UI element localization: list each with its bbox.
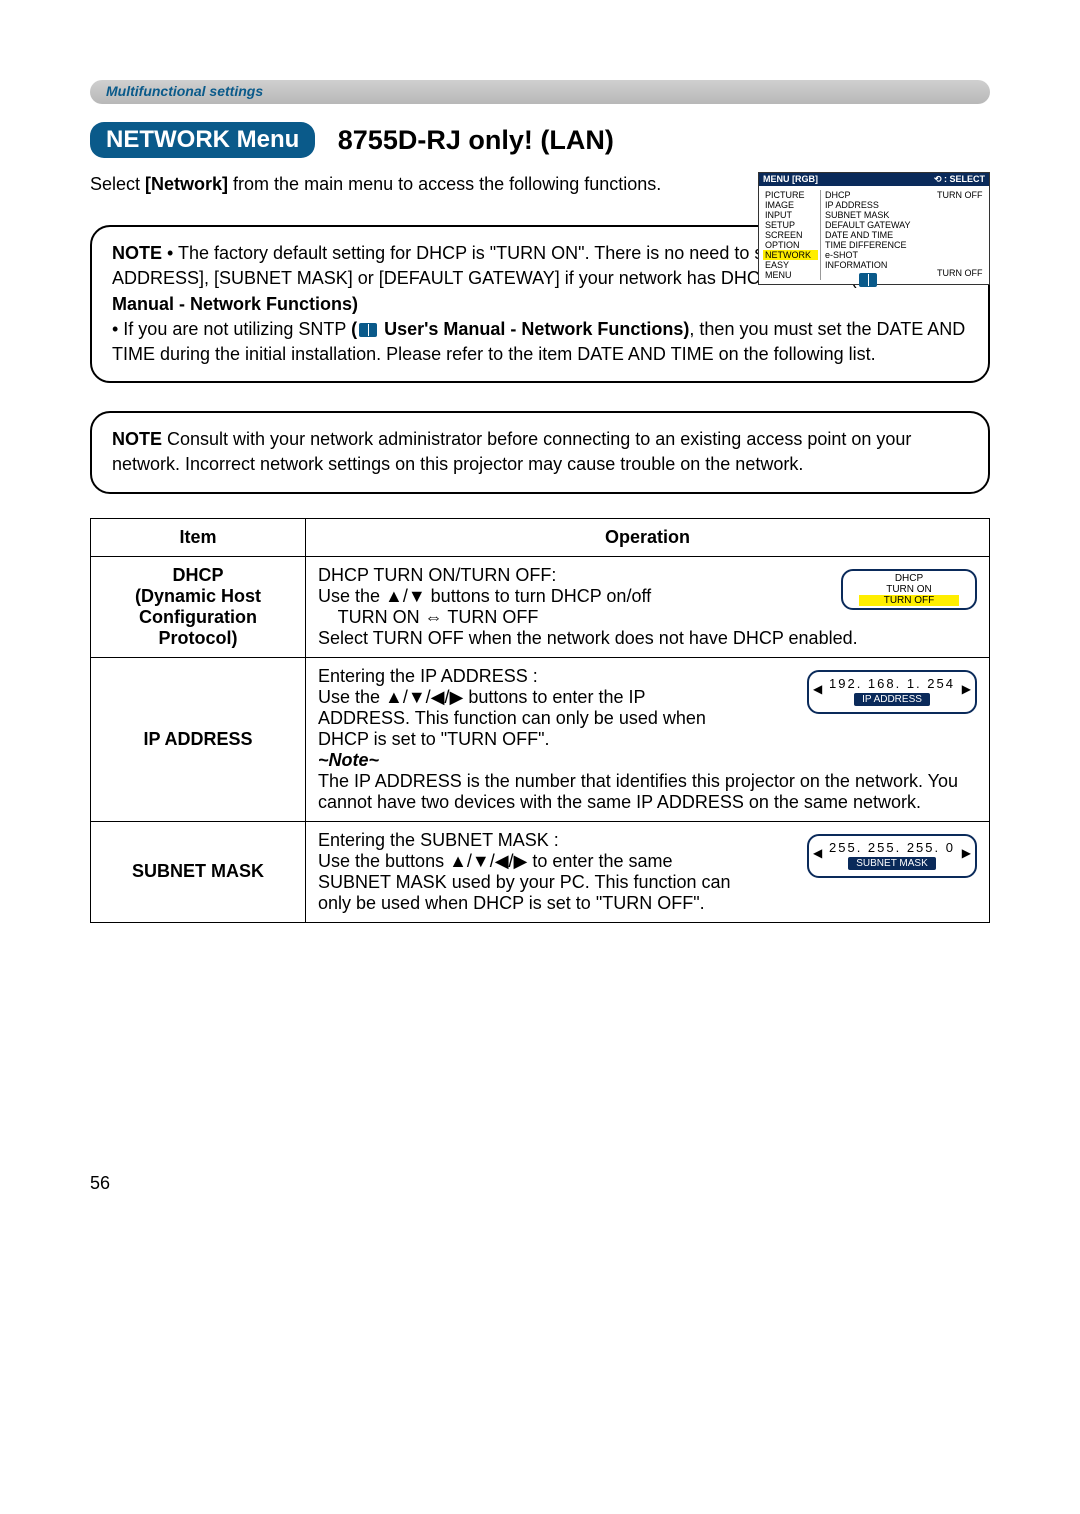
intro-pre: Select (90, 174, 145, 194)
osd-left-item: PICTURE (763, 190, 818, 200)
right-arrow-icon: ▶ (962, 682, 971, 696)
osd-ip-label: IP ADDRESS (854, 693, 930, 706)
osd-subnet-label: SUBNET MASK (848, 857, 936, 870)
intro-post: from the main menu to access the followi… (228, 174, 661, 194)
op-line: Use the buttons ▲/▼/◀/▶ to enter the sam… (318, 851, 748, 914)
table-header-item: Item (91, 518, 306, 556)
right-arrow-icon: ▶ (962, 846, 971, 860)
book-icon (359, 323, 377, 337)
note-label: NOTE (112, 243, 162, 263)
op-line: The IP ADDRESS is the number that identi… (318, 771, 977, 813)
note1-line2a: • If you are not utilizing SNTP (112, 319, 351, 339)
osd-header-left: MENU [RGB] (763, 174, 934, 185)
osd-header-right: ⟲ : SELECT (934, 174, 985, 185)
osd-left-item: INPUT (763, 210, 818, 220)
osd-left-item: SETUP (763, 220, 818, 230)
operation-cell-dhcp: DHCP TURN ON TURN OFF DHCP TURN ON/TURN … (306, 556, 990, 657)
osd-right-highlight: TURN OFF (937, 268, 985, 278)
op-line: Use the ▲/▼/◀/▶ buttons to enter the IP … (318, 687, 738, 750)
operation-cell-ip: ◀ ▶ 192. 168. 1. 254 IP ADDRESS Entering… (306, 657, 990, 821)
osd-dhcp-box: DHCP TURN ON TURN OFF (841, 569, 977, 610)
page-number: 56 (90, 1173, 990, 1194)
osd-right-column: TURN OFF TURN OFF (933, 190, 985, 280)
osd-ip-box: ◀ ▶ 192. 168. 1. 254 IP ADDRESS (807, 670, 977, 714)
osd-mid-item: IP ADDRESS (825, 200, 933, 210)
osd-mid-item: DEFAULT GATEWAY (825, 220, 933, 230)
section-header-text: Multifunctional settings (106, 83, 263, 99)
item-cell-ip: IP ADDRESS (91, 657, 306, 821)
title-suffix: 8755D-RJ only! (LAN) (338, 125, 614, 156)
op-line: Select TURN OFF when the network does no… (318, 628, 977, 649)
osd-subnet-box: ◀ ▶ 255. 255. 255. 0 SUBNET MASK (807, 834, 977, 878)
title-row: NETWORK Menu 8755D-RJ only! (LAN) (90, 122, 990, 158)
item-cell-subnet: SUBNET MASK (91, 821, 306, 922)
menu-title-pill: NETWORK Menu (90, 122, 315, 158)
osd-mid-column: DHCP IP ADDRESS SUBNET MASK DEFAULT GATE… (821, 190, 933, 280)
osd-menu-screenshot: MENU [RGB] ⟲ : SELECT PICTURE IMAGE INPU… (758, 172, 990, 285)
osd-mid-item: DHCP (825, 190, 933, 200)
note-box-2: NOTE Consult with your network administr… (90, 411, 990, 493)
settings-table: Item Operation DHCP (Dynamic Host Config… (90, 518, 990, 923)
osd-mid-item: SUBNET MASK (825, 210, 933, 220)
osd-left-item: EASY MENU (763, 260, 818, 280)
note1-link2: User's Manual - Network Functions) (379, 319, 689, 339)
op-line: TURN ON ⇔ TURN OFF (318, 607, 977, 628)
osd-dhcp-title: DHCP (859, 573, 959, 584)
intro-bold: [Network] (145, 174, 228, 194)
section-header-bar: Multifunctional settings (90, 80, 990, 104)
note-tag: ~Note~ (318, 750, 977, 771)
table-header-operation: Operation (306, 518, 990, 556)
item-subtitle: (Dynamic Host Configuration Protocol) (103, 586, 293, 649)
table-row: DHCP (Dynamic Host Configuration Protoco… (91, 556, 990, 657)
osd-left-item-highlight: NETWORK (763, 250, 818, 260)
osd-left-item: IMAGE (763, 200, 818, 210)
osd-mid-item: TIME DIFFERENCE (825, 240, 933, 250)
osd-left-column: PICTURE IMAGE INPUT SETUP SCREEN OPTION … (763, 190, 821, 280)
osd-left-item: OPTION (763, 240, 818, 250)
osd-mid-item: DATE AND TIME (825, 230, 933, 240)
osd-mid-item: INFORMATION (825, 260, 933, 270)
osd-mid-item: e-SHOT (825, 250, 933, 260)
osd-right-value: TURN OFF (937, 190, 985, 200)
osd-left-item: SCREEN (763, 230, 818, 240)
item-title: DHCP (103, 565, 293, 586)
left-arrow-icon: ◀ (813, 682, 822, 696)
note2-body: Consult with your network administrator … (112, 429, 911, 474)
operation-cell-subnet: ◀ ▶ 255. 255. 255. 0 SUBNET MASK Enterin… (306, 821, 990, 922)
table-row: SUBNET MASK ◀ ▶ 255. 255. 255. 0 SUBNET … (91, 821, 990, 922)
book-icon (859, 273, 877, 287)
left-arrow-icon: ◀ (813, 846, 822, 860)
item-cell-dhcp: DHCP (Dynamic Host Configuration Protoco… (91, 556, 306, 657)
osd-ip-value: 192. 168. 1. 254 (817, 676, 967, 691)
osd-dhcp-opt2: TURN OFF (859, 595, 959, 606)
table-row: IP ADDRESS ◀ ▶ 192. 168. 1. 254 IP ADDRE… (91, 657, 990, 821)
osd-dhcp-opt1: TURN ON (859, 584, 959, 595)
osd-subnet-value: 255. 255. 255. 0 (817, 840, 967, 855)
note-label: NOTE (112, 429, 162, 449)
